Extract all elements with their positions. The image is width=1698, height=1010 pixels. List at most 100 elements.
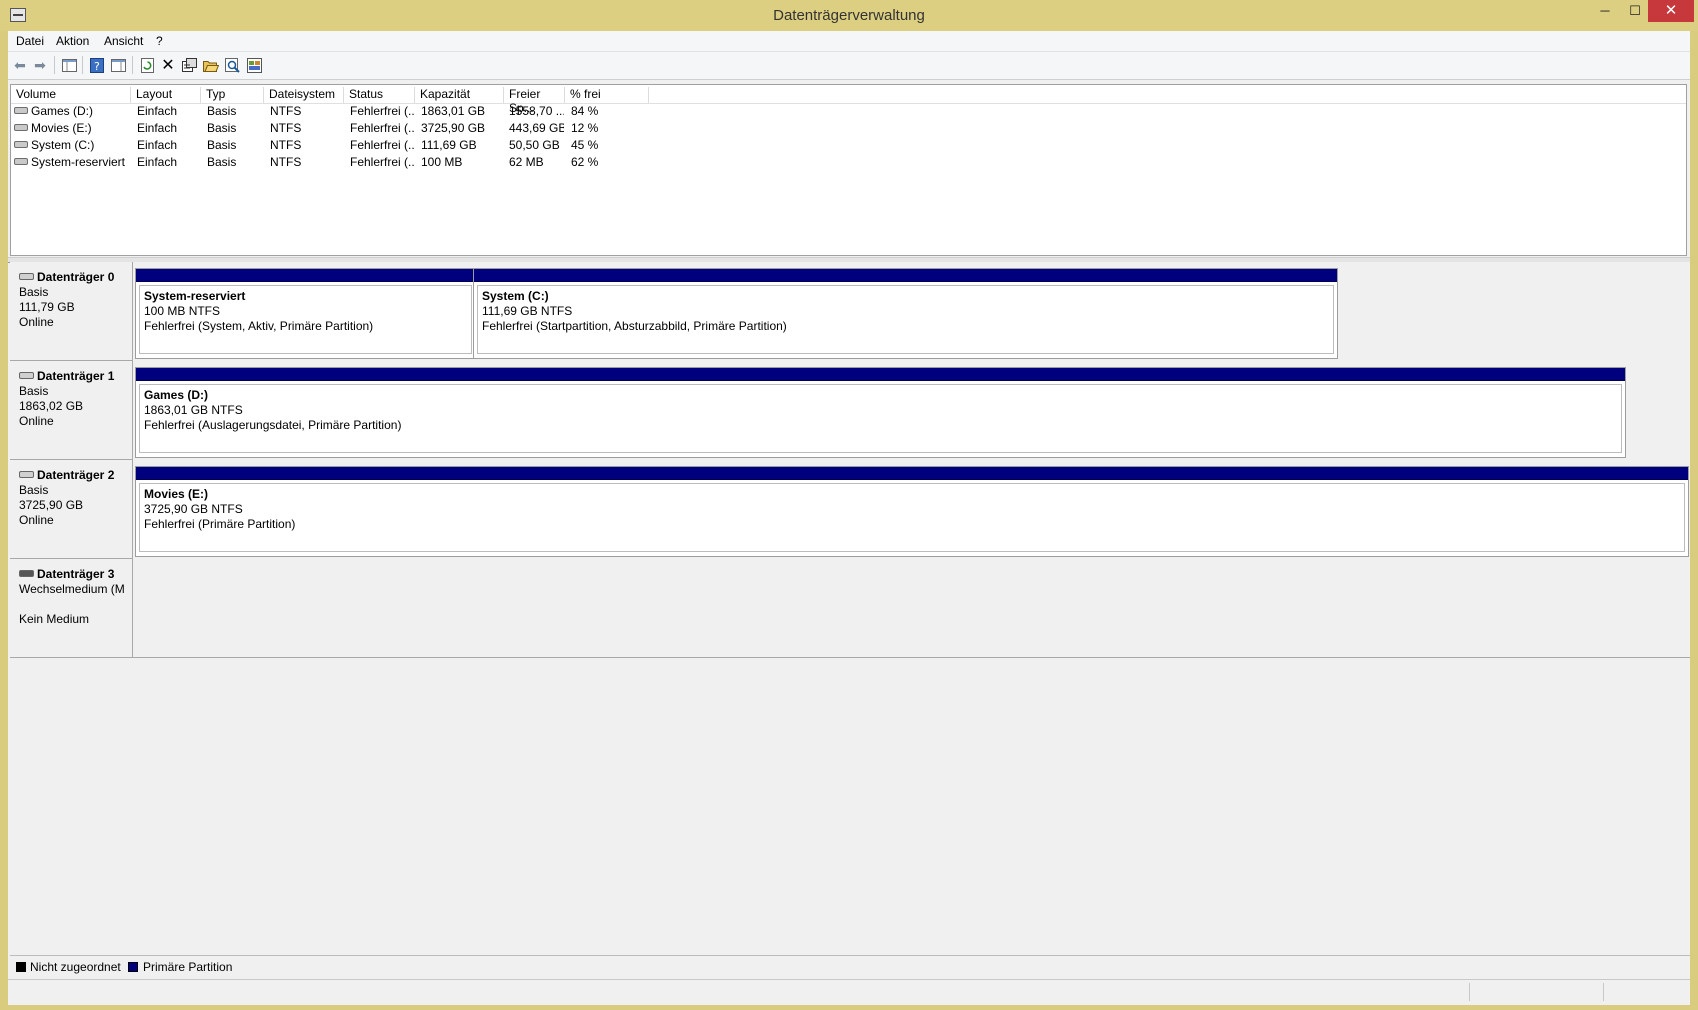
cell-layout: Einfach: [137, 155, 178, 169]
partition-size: 111,69 GB NTFS: [482, 304, 573, 318]
disk-size: 3725,90 GB: [19, 498, 84, 512]
action-pane-icon[interactable]: [110, 57, 126, 73]
disk-size: [19, 597, 132, 612]
disk-label-3[interactable]: Datenträger 3 Wechselmedium (M Kein Medi…: [10, 559, 133, 658]
partition-size: 1863,01 GB NTFS: [144, 403, 243, 417]
disk-label-2[interactable]: Datenträger 2 Basis 3725,90 GB Online: [10, 460, 133, 559]
cell-kapazitaet: 100 MB: [421, 155, 463, 169]
hard-disk-icon: [19, 471, 34, 478]
forward-arrow-icon[interactable]: ➡: [32, 57, 48, 73]
disk-state: Online: [19, 414, 54, 428]
disk-size: 1863,02 GB: [19, 399, 84, 413]
disk-row-1: Datenträger 1 Basis 1863,02 GB Online Ga…: [10, 361, 1690, 460]
volume-list[interactable]: Volume Layout Typ Dateisystem Status Kap…: [10, 84, 1687, 256]
svg-text:?: ?: [94, 60, 100, 73]
partition-system-c[interactable]: System (C:) 111,69 GB NTFS Fehlerfrei (S…: [473, 268, 1338, 359]
open-icon[interactable]: [203, 57, 219, 73]
partition-status: Fehlerfrei (Auslagerungsdatei, Primäre P…: [144, 418, 402, 432]
settings-icon[interactable]: [246, 57, 262, 73]
partition-name: Movies (E:): [144, 487, 209, 501]
cell-volume: Games (D:): [31, 104, 94, 118]
disk-size: 111,79 GB: [19, 300, 75, 314]
cell-dateisystem: NTFS: [270, 104, 302, 118]
partition-games-d[interactable]: Games (D:) 1863,01 GB NTFS Fehlerfrei (A…: [135, 367, 1626, 458]
cell-layout: Einfach: [137, 104, 178, 118]
cell-volume: Movies (E:): [31, 121, 92, 135]
help-icon[interactable]: ?: [89, 57, 105, 73]
legend-label-unallocated: Nicht zugeordnet: [30, 960, 121, 974]
disk-map: Datenträger 0 Basis 111,79 GB Online Sys…: [10, 262, 1690, 954]
disk-label-0[interactable]: Datenträger 0 Basis 111,79 GB Online: [10, 262, 133, 361]
column-header-dateisystem[interactable]: Dateisystem: [264, 87, 344, 103]
cell-freier-speicher: 443,69 GB: [509, 121, 564, 135]
partition-body: System (C:) 111,69 GB NTFS Fehlerfrei (S…: [477, 285, 1334, 354]
window-title: Datenträgerverwaltung: [773, 7, 925, 24]
column-header-kapazitaet[interactable]: Kapazität: [415, 87, 504, 103]
cell-prozent-frei: 84 %: [571, 104, 599, 118]
column-header-volume[interactable]: Volume: [11, 87, 131, 103]
partition-system-reserviert[interactable]: System-reserviert 100 MB NTFS Fehlerfrei…: [135, 268, 476, 359]
partition-bar: [474, 269, 1337, 282]
disk-name: Datenträger 3: [19, 567, 132, 582]
legend: Nicht zugeordnet Primäre Partition: [10, 955, 1690, 978]
delete-icon[interactable]: ✕: [160, 57, 176, 74]
disk-state: Online: [19, 315, 54, 329]
disk-name-text: Datenträger 0: [37, 270, 115, 284]
cell-volume: System-reserviert: [31, 155, 126, 169]
cell-freier-speicher: 1558,70 ...: [509, 104, 564, 118]
partition-bar: [136, 368, 1625, 381]
hard-disk-icon: [19, 372, 34, 379]
column-header-typ[interactable]: Typ: [201, 87, 264, 103]
partition-body: Movies (E:) 3725,90 GB NTFS Fehlerfrei (…: [139, 483, 1685, 552]
disk-name-text: Datenträger 3: [37, 567, 115, 581]
cell-prozent-frei: 62 %: [571, 155, 599, 169]
disk-type: Wechselmedium (M: [19, 582, 125, 596]
column-header-layout[interactable]: Layout: [131, 87, 201, 103]
cell-prozent-frei: 12 %: [571, 121, 599, 135]
disk-state: Online: [19, 513, 54, 527]
column-header-status[interactable]: Status: [344, 87, 415, 103]
drive-icon: [14, 158, 28, 165]
back-arrow-icon[interactable]: ⬅: [12, 57, 28, 73]
toolbar-separator: [54, 56, 55, 74]
partition-status: Fehlerfrei (Primäre Partition): [144, 517, 296, 531]
console-tree-icon[interactable]: [61, 57, 77, 73]
close-button[interactable]: ✕: [1648, 0, 1694, 22]
disk-row-3: Datenträger 3 Wechselmedium (M Kein Medi…: [10, 559, 1690, 658]
volume-row[interactable]: Games (D:) Einfach Basis NTFS Fehlerfrei…: [11, 103, 1686, 120]
menu-datei[interactable]: Datei: [16, 34, 44, 48]
cell-typ: Basis: [207, 155, 237, 169]
column-header-freier-speicher[interactable]: Freier Sp...: [504, 87, 565, 115]
cell-dateisystem: NTFS: [270, 121, 302, 135]
cell-dateisystem: NTFS: [270, 138, 302, 152]
cell-kapazitaet: 111,69 GB: [421, 138, 477, 152]
partition-movies-e[interactable]: Movies (E:) 3725,90 GB NTFS Fehlerfrei (…: [135, 466, 1689, 557]
disk-label-1[interactable]: Datenträger 1 Basis 1863,02 GB Online: [10, 361, 133, 460]
partition-body: System-reserviert 100 MB NTFS Fehlerfrei…: [139, 285, 472, 354]
menu-aktion[interactable]: Aktion: [56, 34, 89, 48]
partition-size: 3725,90 GB NTFS: [144, 502, 243, 516]
toolbar-separator: [82, 56, 83, 74]
removable-disk-icon: [19, 570, 34, 577]
drive-icon: [14, 141, 28, 148]
refresh-icon[interactable]: [139, 57, 155, 73]
window: Datenträgerverwaltung ─ ☐ ✕ Datei Aktion…: [0, 0, 1698, 1010]
cell-prozent-frei: 45 %: [571, 138, 599, 152]
volume-row[interactable]: System (C:) Einfach Basis NTFS Fehlerfre…: [11, 137, 1686, 154]
disk-name-text: Datenträger 2: [37, 468, 115, 482]
disk-name: Datenträger 1: [19, 369, 132, 384]
column-header-prozent-frei[interactable]: % frei: [565, 87, 649, 103]
status-bar-separator: [1469, 983, 1470, 1001]
menu-ansicht[interactable]: Ansicht: [104, 34, 143, 48]
legend-swatch-unallocated: [16, 962, 26, 972]
volume-row[interactable]: System-reserviert Einfach Basis NTFS Feh…: [11, 154, 1686, 171]
volume-row[interactable]: Movies (E:) Einfach Basis NTFS Fehlerfre…: [11, 120, 1686, 137]
properties-icon[interactable]: [181, 57, 197, 73]
cell-kapazitaet: 1863,01 GB: [421, 104, 486, 118]
legend-swatch-primary: [128, 962, 138, 972]
title-bar[interactable]: Datenträgerverwaltung ─ ☐ ✕: [0, 0, 1698, 31]
disk-name: Datenträger 0: [19, 270, 132, 285]
search-icon[interactable]: [224, 57, 240, 73]
menu-help[interactable]: ?: [156, 34, 163, 48]
legend-label-primary: Primäre Partition: [143, 960, 233, 974]
